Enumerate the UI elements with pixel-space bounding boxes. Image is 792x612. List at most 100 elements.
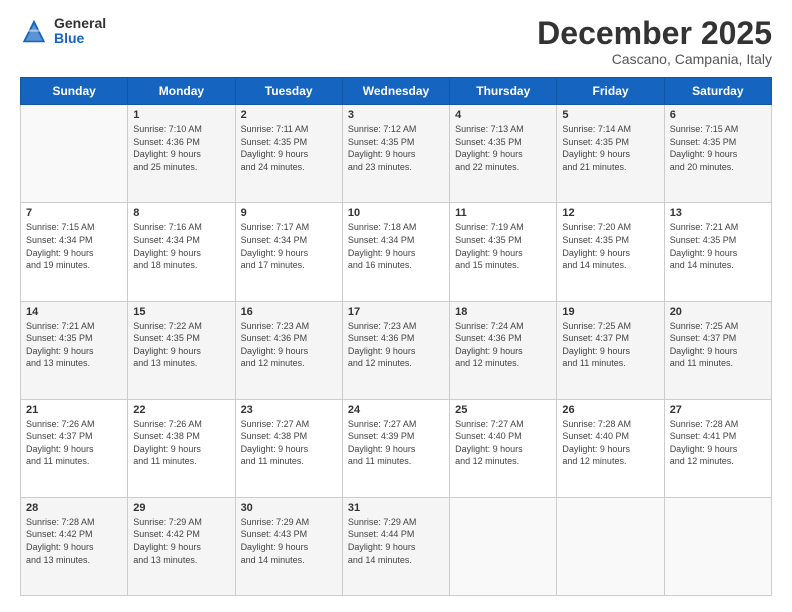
table-cell: 25 Sunrise: 7:27 AM Sunset: 4:40 PM Dayli… [450, 399, 557, 497]
table-cell: 28 Sunrise: 7:28 AM Sunset: 4:42 PM Dayli… [21, 497, 128, 595]
calendar-week-row: 7Sunrise: 7:15 AM Sunset: 4:34 PM Daylig… [21, 203, 772, 301]
day-info: Sunrise: 7:28 AM Sunset: 4:42 PM Dayligh… [26, 516, 122, 566]
day-info: Sunrise: 7:16 AM Sunset: 4:34 PM Dayligh… [133, 221, 229, 271]
table-cell: 29 Sunrise: 7:29 AM Sunset: 4:42 PM Dayli… [128, 497, 235, 595]
day-number: 9 [241, 207, 337, 219]
page: General Blue December 2025 Cascano, Camp… [0, 0, 792, 612]
day-info: Sunrise: 7:21 AM Sunset: 4:35 PM Dayligh… [670, 221, 766, 271]
table-cell [21, 105, 128, 203]
day-number: 25 [455, 404, 551, 416]
table-cell: 3 Sunrise: 7:12 AM Sunset: 4:35 PM Daylig… [342, 105, 449, 203]
table-cell [664, 497, 771, 595]
table-cell: 14 Sunrise: 7:21 AM Sunset: 4:35 PM Dayli… [21, 301, 128, 399]
col-thursday: Thursday [450, 78, 557, 105]
day-info: Sunrise: 7:25 AM Sunset: 4:37 PM Dayligh… [562, 320, 658, 370]
day-number: 15 [133, 306, 229, 318]
day-info: Sunrise: 7:12 AM Sunset: 4:35 PM Dayligh… [348, 123, 444, 173]
month-title: December 2025 [537, 16, 772, 51]
col-monday: Monday [128, 78, 235, 105]
table-cell: 12 Sunrise: 7:20 AM Sunset: 4:35 PM Dayli… [557, 203, 664, 301]
day-number: 2 [241, 109, 337, 121]
day-info: Sunrise: 7:22 AM Sunset: 4:35 PM Dayligh… [133, 320, 229, 370]
table-cell [557, 497, 664, 595]
day-info: Sunrise: 7:23 AM Sunset: 4:36 PM Dayligh… [241, 320, 337, 370]
day-number: 28 [26, 502, 122, 514]
col-friday: Friday [557, 78, 664, 105]
day-number: 24 [348, 404, 444, 416]
day-number: 29 [133, 502, 229, 514]
day-number: 17 [348, 306, 444, 318]
day-number: 18 [455, 306, 551, 318]
day-number: 27 [670, 404, 766, 416]
day-number: 14 [26, 306, 122, 318]
day-info: Sunrise: 7:21 AM Sunset: 4:35 PM Dayligh… [26, 320, 122, 370]
table-cell: 7Sunrise: 7:15 AM Sunset: 4:34 PM Daylig… [21, 203, 128, 301]
day-number: 3 [348, 109, 444, 121]
day-info: Sunrise: 7:18 AM Sunset: 4:34 PM Dayligh… [348, 221, 444, 271]
day-info: Sunrise: 7:20 AM Sunset: 4:35 PM Dayligh… [562, 221, 658, 271]
logo-blue-label: Blue [54, 31, 106, 46]
day-number: 6 [670, 109, 766, 121]
table-cell: 1 Sunrise: 7:10 AM Sunset: 4:36 PM Daylig… [128, 105, 235, 203]
table-cell: 15 Sunrise: 7:22 AM Sunset: 4:35 PM Dayli… [128, 301, 235, 399]
table-cell: 11Sunrise: 7:19 AM Sunset: 4:35 PM Dayli… [450, 203, 557, 301]
day-info: Sunrise: 7:29 AM Sunset: 4:44 PM Dayligh… [348, 516, 444, 566]
table-cell: 24 Sunrise: 7:27 AM Sunset: 4:39 PM Dayli… [342, 399, 449, 497]
day-number: 30 [241, 502, 337, 514]
location-subtitle: Cascano, Campania, Italy [537, 51, 772, 67]
day-info: Sunrise: 7:15 AM Sunset: 4:35 PM Dayligh… [670, 123, 766, 173]
calendar-week-row: 21Sunrise: 7:26 AM Sunset: 4:37 PM Dayli… [21, 399, 772, 497]
table-cell: 5Sunrise: 7:14 AM Sunset: 4:35 PM Daylig… [557, 105, 664, 203]
calendar-week-row: 28 Sunrise: 7:28 AM Sunset: 4:42 PM Dayli… [21, 497, 772, 595]
day-info: Sunrise: 7:24 AM Sunset: 4:36 PM Dayligh… [455, 320, 551, 370]
logo-icon [20, 17, 48, 45]
day-number: 10 [348, 207, 444, 219]
calendar-week-row: 1 Sunrise: 7:10 AM Sunset: 4:36 PM Daylig… [21, 105, 772, 203]
day-info: Sunrise: 7:10 AM Sunset: 4:36 PM Dayligh… [133, 123, 229, 173]
table-cell: 6 Sunrise: 7:15 AM Sunset: 4:35 PM Daylig… [664, 105, 771, 203]
table-cell: 30Sunrise: 7:29 AM Sunset: 4:43 PM Dayli… [235, 497, 342, 595]
table-cell: 20 Sunrise: 7:25 AM Sunset: 4:37 PM Dayli… [664, 301, 771, 399]
day-info: Sunrise: 7:27 AM Sunset: 4:39 PM Dayligh… [348, 418, 444, 468]
day-number: 22 [133, 404, 229, 416]
day-number: 26 [562, 404, 658, 416]
table-cell: 2 Sunrise: 7:11 AM Sunset: 4:35 PM Daylig… [235, 105, 342, 203]
day-info: Sunrise: 7:29 AM Sunset: 4:42 PM Dayligh… [133, 516, 229, 566]
table-cell: 23 Sunrise: 7:27 AM Sunset: 4:38 PM Dayli… [235, 399, 342, 497]
title-block: December 2025 Cascano, Campania, Italy [537, 16, 772, 67]
day-number: 23 [241, 404, 337, 416]
logo-general-label: General [54, 16, 106, 31]
day-info: Sunrise: 7:27 AM Sunset: 4:38 PM Dayligh… [241, 418, 337, 468]
day-info: Sunrise: 7:11 AM Sunset: 4:35 PM Dayligh… [241, 123, 337, 173]
day-number: 13 [670, 207, 766, 219]
day-number: 16 [241, 306, 337, 318]
table-cell: 13 Sunrise: 7:21 AM Sunset: 4:35 PM Dayli… [664, 203, 771, 301]
day-info: Sunrise: 7:27 AM Sunset: 4:40 PM Dayligh… [455, 418, 551, 468]
table-cell: 16 Sunrise: 7:23 AM Sunset: 4:36 PM Dayli… [235, 301, 342, 399]
day-info: Sunrise: 7:28 AM Sunset: 4:41 PM Dayligh… [670, 418, 766, 468]
day-info: Sunrise: 7:25 AM Sunset: 4:37 PM Dayligh… [670, 320, 766, 370]
day-info: Sunrise: 7:26 AM Sunset: 4:38 PM Dayligh… [133, 418, 229, 468]
table-cell: 8Sunrise: 7:16 AM Sunset: 4:34 PM Daylig… [128, 203, 235, 301]
day-info: Sunrise: 7:14 AM Sunset: 4:35 PM Dayligh… [562, 123, 658, 173]
table-cell: 17Sunrise: 7:23 AM Sunset: 4:36 PM Dayli… [342, 301, 449, 399]
table-cell: 4 Sunrise: 7:13 AM Sunset: 4:35 PM Daylig… [450, 105, 557, 203]
day-info: Sunrise: 7:17 AM Sunset: 4:34 PM Dayligh… [241, 221, 337, 271]
day-number: 20 [670, 306, 766, 318]
day-number: 7 [26, 207, 122, 219]
col-saturday: Saturday [664, 78, 771, 105]
table-cell: 19Sunrise: 7:25 AM Sunset: 4:37 PM Dayli… [557, 301, 664, 399]
table-cell: 22 Sunrise: 7:26 AM Sunset: 4:38 PM Dayli… [128, 399, 235, 497]
day-info: Sunrise: 7:28 AM Sunset: 4:40 PM Dayligh… [562, 418, 658, 468]
day-number: 4 [455, 109, 551, 121]
table-cell: 27 Sunrise: 7:28 AM Sunset: 4:41 PM Dayli… [664, 399, 771, 497]
logo: General Blue [20, 16, 106, 47]
day-number: 31 [348, 502, 444, 514]
calendar-header-row: Sunday Monday Tuesday Wednesday Thursday… [21, 78, 772, 105]
logo-text: General Blue [54, 16, 106, 47]
day-number: 11 [455, 207, 551, 219]
day-number: 1 [133, 109, 229, 121]
day-number: 12 [562, 207, 658, 219]
day-number: 21 [26, 404, 122, 416]
day-info: Sunrise: 7:13 AM Sunset: 4:35 PM Dayligh… [455, 123, 551, 173]
